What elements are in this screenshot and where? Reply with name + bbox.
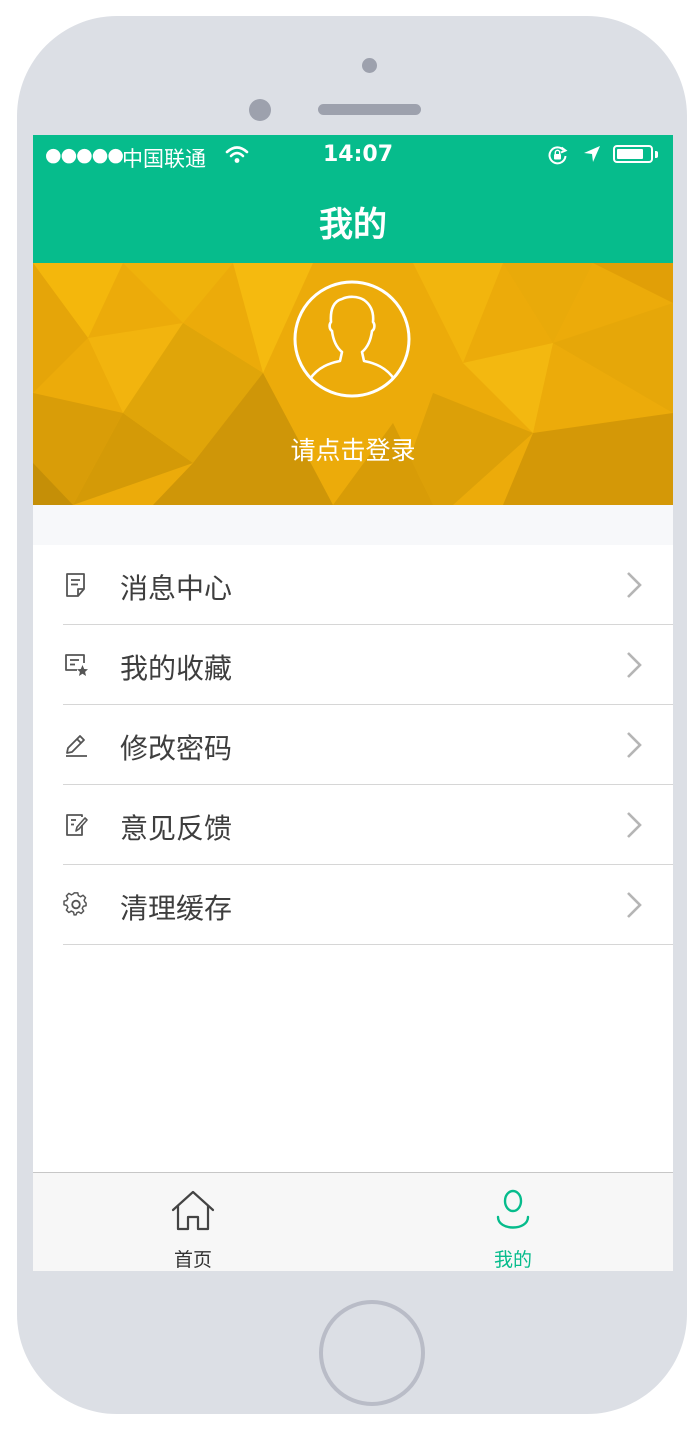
status-bar: ●●●●● 中国联通 14:07 — [33, 135, 673, 175]
favorites-star-icon — [65, 654, 88, 676]
rotation-lock-icon — [547, 145, 569, 169]
home-icon — [171, 1190, 215, 1231]
carrier-name: 中国联通 — [122, 147, 206, 171]
chevron-right-icon — [627, 812, 642, 838]
battery-icon — [613, 145, 653, 163]
tab-home[interactable]: 首页 — [33, 1173, 353, 1271]
tab-mine[interactable]: 我的 — [353, 1173, 673, 1271]
navigation-bar: 我的 — [33, 175, 673, 263]
menu-item-feedback[interactable]: 意见反馈 — [33, 785, 673, 865]
chevron-right-icon — [627, 732, 642, 758]
menu-item-label: 修改密码 — [120, 732, 233, 765]
gear-icon — [63, 892, 87, 916]
tab-label: 我的 — [493, 1249, 532, 1271]
chevron-right-icon — [627, 652, 642, 678]
settings-menu: 消息中心 我的收藏 修改密码 意见反馈 清理缓存 — [33, 545, 673, 945]
tab-label: 首页 — [173, 1249, 212, 1271]
location-arrow-icon — [583, 145, 601, 167]
app-screen: ●●●●● 中国联通 14:07 我的 请点击登录 消息中心 我的收藏 修改密码… — [33, 135, 673, 1271]
tab-bar: 首页 我的 — [33, 1172, 673, 1271]
clock-time: 14:07 — [323, 142, 394, 167]
home-button[interactable] — [319, 1300, 425, 1406]
feedback-edit-icon — [66, 814, 88, 836]
menu-item-favorites[interactable]: 我的收藏 — [33, 625, 673, 705]
chevron-right-icon — [627, 572, 642, 598]
wifi-icon — [225, 145, 249, 168]
menu-item-label: 我的收藏 — [120, 652, 233, 685]
signal-strength: ●●●●● — [45, 144, 124, 166]
menu-item-label: 消息中心 — [120, 572, 233, 605]
page-title: 我的 — [319, 205, 387, 245]
earpiece-speaker — [318, 104, 421, 115]
person-icon — [496, 1189, 530, 1229]
menu-item-label: 意见反馈 — [120, 812, 233, 845]
menu-item-label: 清理缓存 — [120, 892, 233, 925]
login-prompt[interactable]: 请点击登录 — [33, 431, 673, 467]
menu-item-change-password[interactable]: 修改密码 — [33, 705, 673, 785]
message-doc-icon — [66, 573, 85, 597]
menu-item-messages[interactable]: 消息中心 — [33, 545, 673, 625]
pencil-icon — [66, 735, 87, 757]
profile-banner[interactable]: 请点击登录 — [33, 263, 673, 505]
avatar-placeholder-icon[interactable] — [292, 279, 412, 399]
menu-item-clear-cache[interactable]: 清理缓存 — [33, 865, 673, 945]
battery-tip — [655, 151, 658, 158]
front-camera — [249, 99, 271, 121]
section-spacer — [33, 505, 673, 545]
divider — [63, 944, 673, 945]
proximity-sensor — [362, 58, 377, 73]
chevron-right-icon — [627, 892, 642, 918]
